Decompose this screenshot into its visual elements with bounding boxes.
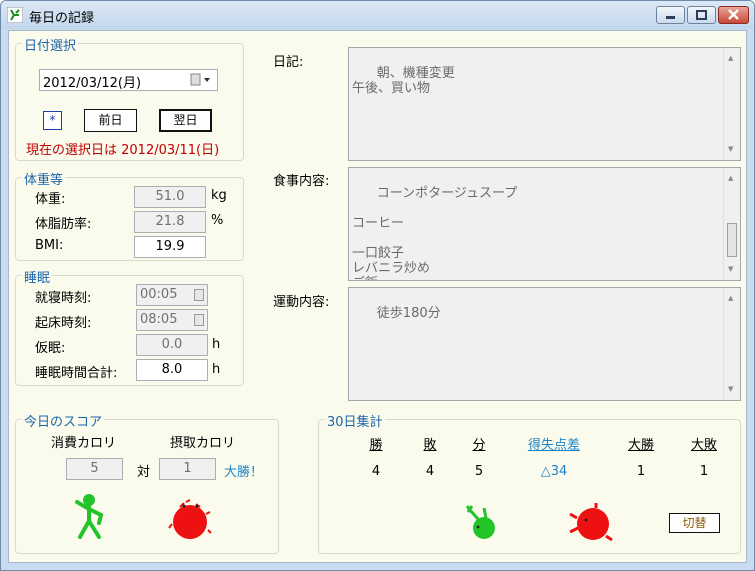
summary-header-big-loss: 大敗 — [690, 438, 717, 453]
intake-calorie-header: 摂取カロリ — [170, 436, 236, 451]
summary-header-draw: 分 — [472, 438, 486, 453]
summary-value-loss: 4 — [425, 464, 435, 479]
scroll-up-icon[interactable]: ▲ — [728, 51, 733, 66]
current-date-text: 現在の選択日は 2012/03/11(日) — [26, 143, 220, 158]
weight-field[interactable]: 51.0 — [134, 186, 206, 208]
bedtime-value: 00:05 — [140, 287, 178, 302]
meal-scrollbar[interactable]: ▲ ▼ — [723, 168, 740, 280]
nap-label: 仮眠: — [35, 341, 66, 356]
app-icon — [7, 7, 23, 23]
main-panel: 日付選択 2012/03/12(月) * 前日 翌日 現在の選択日は 2012/… — [8, 30, 747, 563]
summary-loss-figure-icon — [569, 503, 613, 542]
exercise-label: 運動内容: — [273, 295, 330, 310]
date-picker[interactable]: 2012/03/12(月) — [39, 69, 218, 91]
today-result-text: 大勝！ — [224, 465, 264, 480]
meal-text: コーンポタージュスープ コーヒー 一口餃子 レバニラ炒め ご飯 — [352, 186, 518, 280]
summary-header-point-diff[interactable]: 得失点差 — [519, 434, 589, 453]
bmi-field: 19.9 — [134, 236, 206, 258]
consumed-calorie-field[interactable]: 5 — [66, 458, 123, 480]
body-group-label: 体重等 — [22, 169, 66, 188]
prev-day-button[interactable]: 前日 — [84, 109, 137, 132]
weight-label: 体重: — [35, 192, 66, 207]
app-window: 毎日の記録 日付選択 2012/03/12(月) * 前日 翌日 現在の選択日は… — [0, 0, 755, 571]
summary-header-loss: 敗 — [423, 438, 437, 453]
diary-label: 日記: — [273, 55, 304, 70]
wake-label: 起床時刻: — [35, 316, 92, 331]
close-button[interactable] — [718, 6, 749, 24]
bedtime-field[interactable]: 00:05 — [136, 284, 208, 306]
body-fat-label: 体脂肪率: — [35, 217, 92, 232]
bmi-label: BMI: — [35, 238, 64, 253]
maximize-icon — [696, 10, 707, 20]
scroll-up-icon[interactable]: ▲ — [728, 171, 733, 186]
bedtime-label: 就寝時刻: — [35, 291, 92, 306]
scroll-down-icon[interactable]: ▼ — [728, 142, 733, 157]
exercise-text: 徒歩180分 — [376, 306, 441, 321]
today-score-label: 今日のスコア — [22, 411, 105, 430]
vs-label: 対 — [137, 465, 151, 480]
summary-value-big-win: 1 — [636, 464, 646, 479]
sleep-total-field: 8.0 — [136, 359, 208, 381]
exercise-scrollbar[interactable]: ▲ ▼ — [723, 288, 740, 400]
minimize-icon — [666, 16, 675, 19]
summary-value-point-diff: △34 — [540, 464, 568, 479]
diary-scrollbar[interactable]: ▲ ▼ — [723, 48, 740, 160]
date-picker-value: 2012/03/12(月) — [43, 76, 142, 91]
scroll-up-icon[interactable]: ▲ — [728, 291, 733, 306]
window-title: 毎日の記録 — [29, 11, 95, 26]
summary-30day-group: 30日集計 勝 敗 分 得失点差 大勝 大敗 4 4 5 △34 1 1 切替 — [318, 411, 741, 554]
exercise-textarea[interactable]: 徒歩180分 ▲ ▼ — [348, 287, 741, 401]
close-icon — [728, 9, 739, 20]
summary-value-win: 4 — [371, 464, 381, 479]
summary-value-draw: 5 — [474, 464, 484, 479]
meal-scroll-thumb[interactable] — [727, 223, 737, 257]
summary-header-win: 勝 — [369, 438, 383, 453]
winner-figure-icon — [75, 494, 104, 539]
intake-calorie-field[interactable]: 1 — [159, 458, 216, 480]
maximize-button[interactable] — [687, 6, 716, 24]
time-spin-icon[interactable] — [194, 289, 204, 301]
next-day-button[interactable]: 翌日 — [159, 109, 212, 132]
scroll-down-icon[interactable]: ▼ — [728, 382, 733, 397]
diary-textarea[interactable]: 朝、機種変更 午後、買い物 ▲ ▼ — [348, 47, 741, 161]
meal-textarea[interactable]: コーンポタージュスープ コーヒー 一口餃子 レバニラ炒め ご飯 ▲ ▼ — [348, 167, 741, 281]
title-bar: 毎日の記録 — [1, 1, 754, 29]
summary-value-big-loss: 1 — [699, 464, 709, 479]
nap-unit: h — [212, 337, 221, 352]
sleep-total-unit: h — [212, 362, 221, 377]
today-score-group: 今日のスコア 消費カロリ 摂取カロリ 5 対 1 大勝！ — [15, 411, 279, 554]
summary-header-big-win: 大勝 — [627, 438, 654, 453]
meal-label: 食事内容: — [273, 174, 330, 189]
diary-text: 朝、機種変更 午後、買い物 — [352, 66, 455, 96]
wake-value: 08:05 — [140, 312, 178, 327]
weight-unit: kg — [211, 188, 227, 203]
toggle-button[interactable]: 切替 — [669, 513, 720, 533]
star-button[interactable]: * — [43, 111, 62, 130]
body-stats-group: 体重等 体重: 51.0 kg 体脂肪率: 21.8 % BMI: 19.9 — [15, 169, 244, 261]
sleep-group: 睡眠 就寝時刻: 00:05 起床時刻: 08:05 仮眠: 0.0 h 睡眠時… — [15, 267, 244, 386]
body-fat-unit: % — [211, 213, 224, 228]
scroll-down-icon[interactable]: ▼ — [728, 262, 733, 277]
date-group-label: 日付選択 — [22, 35, 79, 54]
sleep-total-label: 睡眠時間合計: — [35, 366, 118, 381]
wake-field[interactable]: 08:05 — [136, 309, 208, 331]
sleep-group-label: 睡眠 — [22, 267, 53, 286]
date-select-group: 日付選択 2012/03/12(月) * 前日 翌日 現在の選択日は 2012/… — [15, 35, 244, 161]
summary-win-figure-icon — [465, 505, 495, 539]
loser-ball-icon — [168, 499, 212, 539]
calendar-dropdown-icon[interactable] — [190, 73, 214, 87]
summary-group-label: 30日集計 — [325, 411, 385, 430]
body-fat-field[interactable]: 21.8 — [134, 211, 206, 233]
minimize-button[interactable] — [656, 6, 685, 24]
time-spin-icon[interactable] — [194, 314, 204, 326]
nap-field[interactable]: 0.0 — [136, 334, 208, 356]
consumed-calorie-header: 消費カロリ — [51, 436, 117, 451]
